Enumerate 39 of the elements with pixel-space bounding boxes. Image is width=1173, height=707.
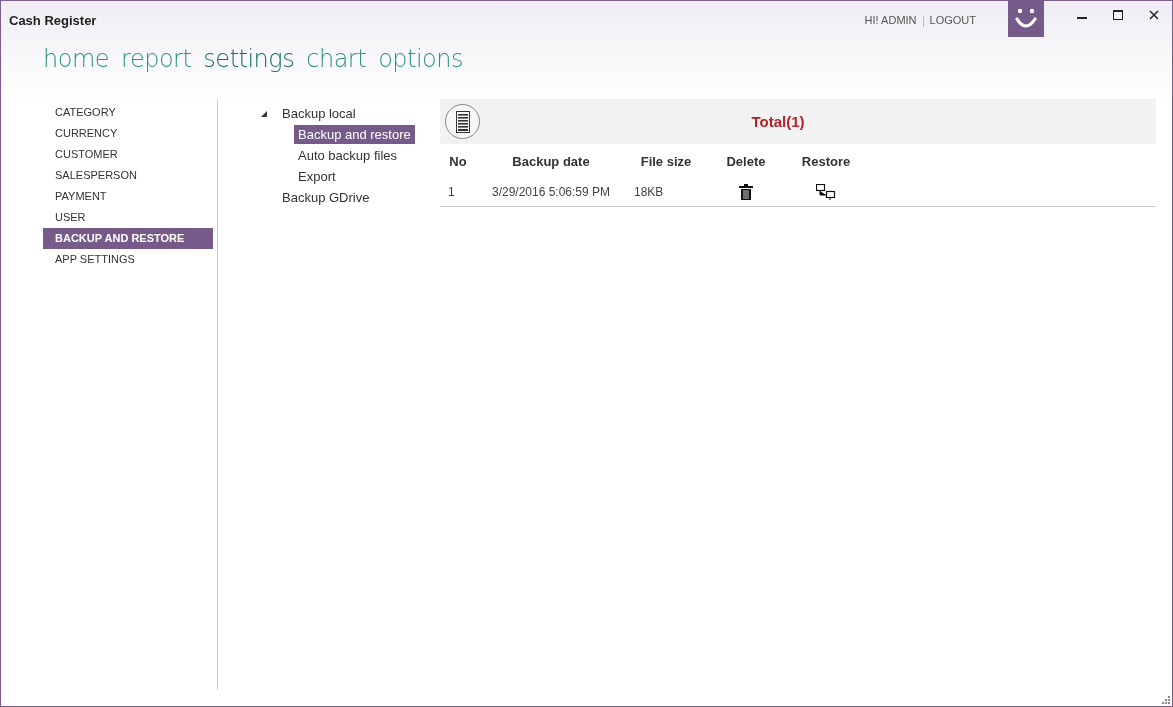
column-header: Restore bbox=[800, 153, 852, 169]
nav-link[interactable]: options bbox=[378, 45, 464, 73]
column-header: File size bbox=[639, 153, 693, 169]
monitors-icon[interactable] bbox=[816, 184, 836, 200]
table-cell-text: 1 bbox=[447, 185, 456, 199]
nav-link[interactable]: settings bbox=[203, 45, 295, 73]
window-title: Cash Register bbox=[8, 12, 98, 28]
column-header: Backup date bbox=[511, 153, 591, 169]
server-icon bbox=[455, 110, 470, 133]
close-icon bbox=[1149, 10, 1159, 20]
sidebar-item[interactable]: SALESPERSON bbox=[43, 165, 213, 186]
tree-item[interactable]: Backup GDrive bbox=[278, 188, 374, 207]
sidebar-item[interactable]: BACKUP AND RESTORE bbox=[43, 228, 213, 249]
tree-item[interactable]: Export bbox=[294, 167, 340, 186]
tree-item[interactable]: Backup and restore bbox=[294, 125, 415, 144]
table-cell-text: 18KB bbox=[633, 185, 665, 199]
sidebar-item[interactable]: USER bbox=[43, 207, 213, 228]
sidebar-item[interactable]: CURRENCY bbox=[43, 123, 213, 144]
column-header: Delete bbox=[725, 153, 767, 169]
minimize-icon bbox=[1077, 17, 1087, 19]
resize-grip-icon[interactable] bbox=[1162, 696, 1170, 704]
sidebar-item[interactable]: APP SETTINGS bbox=[43, 249, 213, 270]
table-cell-text: 3/29/2016 5:06:59 PM bbox=[490, 185, 612, 199]
expander-icon[interactable] bbox=[260, 109, 268, 118]
server-icon-button[interactable] bbox=[445, 104, 480, 139]
trash-icon[interactable] bbox=[739, 184, 753, 200]
tree-item[interactable]: Backup local bbox=[278, 104, 360, 123]
nav-link[interactable]: chart bbox=[306, 45, 367, 73]
total-count: Total(1) bbox=[750, 113, 806, 130]
maximize-icon bbox=[1113, 10, 1123, 20]
nav-link[interactable]: home bbox=[43, 45, 110, 73]
logout-link[interactable]: LOGOUT bbox=[929, 1, 976, 26]
sidebar-item[interactable]: CUSTOMER bbox=[43, 144, 213, 165]
user-greeting: HI! ADMIN bbox=[864, 13, 917, 26]
nav-link[interactable]: report bbox=[121, 45, 192, 73]
column-header: No bbox=[448, 153, 468, 169]
sidebar-item[interactable]: CATEGORY bbox=[43, 102, 213, 123]
tree-item[interactable]: Auto backup files bbox=[294, 146, 401, 165]
sidebar-item[interactable]: PAYMENT bbox=[43, 186, 213, 207]
